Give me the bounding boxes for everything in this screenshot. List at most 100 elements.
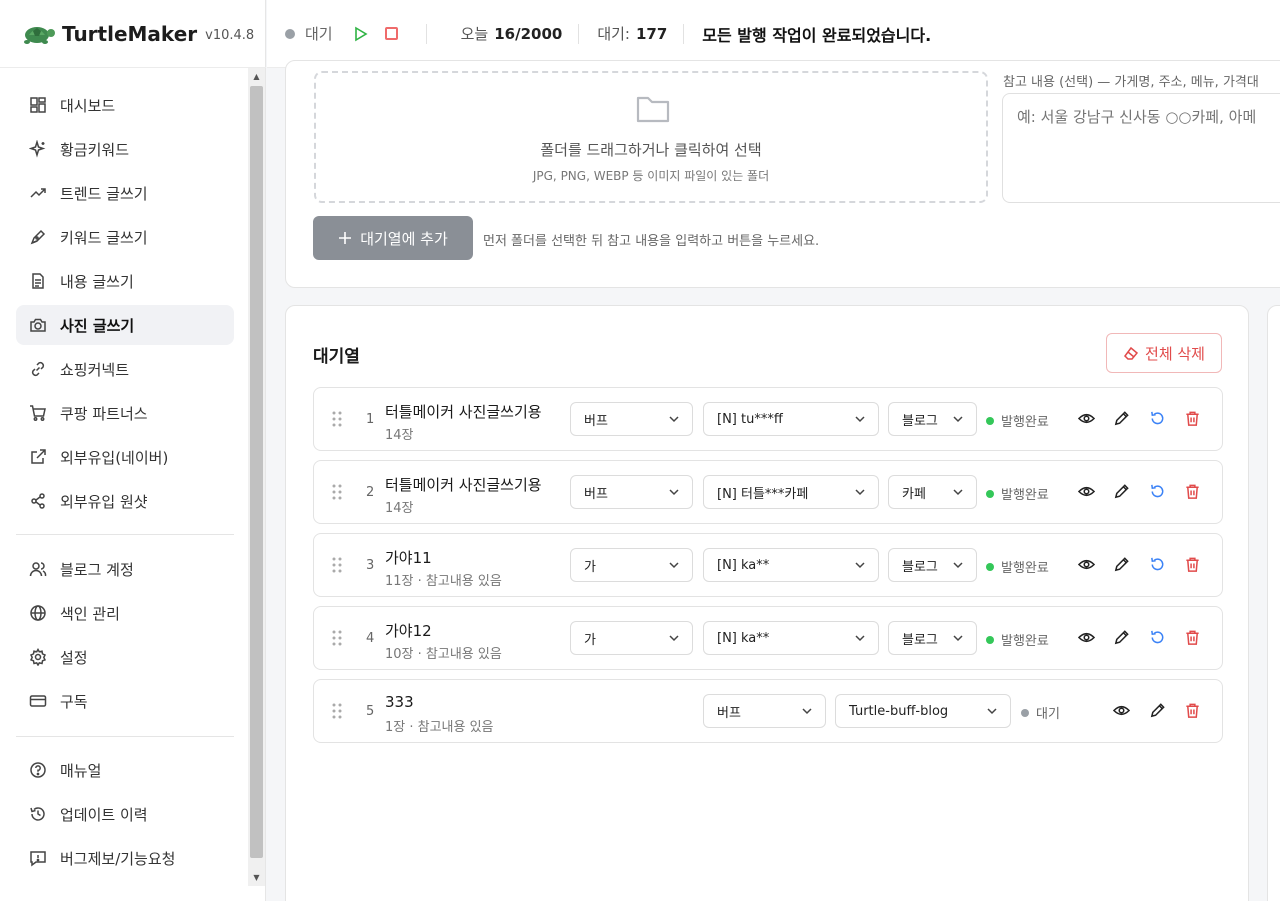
- sidebar-nav: 대시보드 황금키워드 트렌드 글쓰기 키워드 글쓰기 내용 글쓰기 사진 글쓰기…: [0, 70, 248, 886]
- sidebar-item-coupang-partners[interactable]: 쿠팡 파트너스: [16, 393, 234, 433]
- dashboard-icon: [28, 95, 48, 115]
- stop-icon[interactable]: [384, 27, 398, 40]
- brand[interactable]: TurtleMaker v10.4.8: [0, 0, 266, 68]
- retry-icon[interactable]: [1148, 555, 1166, 573]
- folder-dropzone[interactable]: 폴더를 드래그하거나 클릭하여 선택 JPG, PNG, WEBP 등 이미지 …: [314, 71, 988, 203]
- row-subtitle: 1장 · 참고내용 있음: [385, 720, 494, 735]
- type-select-value: 블로그: [902, 559, 938, 575]
- edit-icon[interactable]: [1112, 409, 1130, 427]
- sidebar-item-update-history[interactable]: 업데이트 이력: [16, 794, 234, 834]
- status-dot-icon: [986, 635, 994, 644]
- queue-row[interactable]: 5 333 1장 · 참고내용 있음 버프 Turtle-buff-blog 대…: [313, 679, 1223, 743]
- chevron-down-icon: [669, 562, 679, 569]
- add-to-queue-button[interactable]: 대기열에 추가: [313, 216, 473, 260]
- trash-icon[interactable]: [1183, 628, 1201, 646]
- queue-row[interactable]: 2 터틀메이커 사진글쓰기용 14장 버프 [N] 터틀***카페 카페 발행완…: [313, 460, 1223, 524]
- drag-handle-icon[interactable]: [330, 483, 344, 501]
- style-select[interactable]: 버프: [570, 402, 693, 436]
- edit-icon[interactable]: [1112, 482, 1130, 500]
- account-select[interactable]: [N] ka**: [703, 621, 879, 655]
- account-select[interactable]: [N] tu***ff: [703, 402, 879, 436]
- sidebar-item-subscription[interactable]: 구독: [16, 681, 234, 721]
- status-text: 발행완료: [1001, 634, 1049, 649]
- status-badge: 발행완료: [986, 411, 1049, 430]
- account-select[interactable]: [N] ka**: [703, 548, 879, 582]
- drag-handle-icon[interactable]: [330, 556, 344, 574]
- style-select-value: 가: [584, 632, 596, 648]
- divider: [578, 23, 580, 44]
- sidebar-scrollbar[interactable]: ▲ ▼: [248, 68, 265, 886]
- sidebar-item-keyword-writing[interactable]: 키워드 글쓰기: [16, 217, 234, 257]
- top-status-bar: 대기 오늘 16/2000 대기: 177 모든 발행 작업이 완료되었습니다.: [267, 0, 1280, 68]
- play-icon[interactable]: [353, 26, 369, 42]
- sidebar-item-label: 업데이트 이력: [60, 805, 148, 824]
- sidebar-item-content-writing[interactable]: 내용 글쓰기: [16, 261, 234, 301]
- eye-icon[interactable]: [1077, 482, 1095, 500]
- sidebar-item-label: 쇼핑커넥트: [60, 360, 130, 379]
- trash-icon[interactable]: [1183, 555, 1201, 573]
- style-select[interactable]: 버프: [570, 475, 693, 509]
- eye-icon[interactable]: [1077, 555, 1095, 573]
- sidebar-item-bug-report[interactable]: 버그제보/기능요청: [16, 838, 234, 878]
- trash-icon[interactable]: [1183, 409, 1201, 427]
- pen-icon: [28, 227, 48, 247]
- type-select-value: 블로그: [902, 413, 938, 429]
- retry-icon[interactable]: [1148, 482, 1166, 500]
- trash-icon[interactable]: [1183, 701, 1201, 719]
- queue-panel: 대기열 전체 삭제 1 터틀메이커 사진글쓰기용 14장 버프 [N] tu**…: [285, 305, 1249, 901]
- eye-icon[interactable]: [1112, 701, 1130, 719]
- sidebar-item-index-management[interactable]: 색인 관리: [16, 593, 234, 633]
- chevron-down-icon: [669, 489, 679, 496]
- type-select[interactable]: 블로그: [888, 548, 977, 582]
- retry-icon[interactable]: [1148, 409, 1166, 427]
- type-select[interactable]: 블로그: [888, 621, 977, 655]
- row-index: 5: [366, 704, 375, 719]
- trash-icon[interactable]: [1183, 482, 1201, 500]
- sidebar-item-dashboard[interactable]: 대시보드: [16, 85, 234, 125]
- sidebar-item-manual[interactable]: 매뉴얼: [16, 750, 234, 790]
- scroll-down-icon[interactable]: ▼: [248, 869, 265, 886]
- chevron-down-icon: [953, 562, 963, 569]
- retry-icon[interactable]: [1148, 628, 1166, 646]
- sidebar-item-external-oneshot[interactable]: 외부유입 원샷: [16, 481, 234, 521]
- edit-icon[interactable]: [1112, 628, 1130, 646]
- row-subtitle: 10장 · 참고내용 있음: [385, 647, 502, 662]
- drag-handle-icon[interactable]: [330, 702, 344, 720]
- clear-all-label: 전체 삭제: [1145, 344, 1205, 363]
- reference-input[interactable]: [1002, 93, 1280, 203]
- link-icon: [28, 359, 48, 379]
- sidebar-item-shopping-connect[interactable]: 쇼핑커넥트: [16, 349, 234, 389]
- style-select[interactable]: 가: [570, 548, 693, 582]
- sidebar-item-blog-accounts[interactable]: 블로그 계정: [16, 549, 234, 589]
- type-select[interactable]: 블로그: [888, 402, 977, 436]
- sidebar-item-settings[interactable]: 설정: [16, 637, 234, 677]
- drag-handle-icon[interactable]: [330, 629, 344, 647]
- chevron-down-icon: [855, 489, 865, 496]
- edit-icon[interactable]: [1112, 555, 1130, 573]
- clear-all-button[interactable]: 전체 삭제: [1106, 333, 1222, 373]
- row-title: 333: [385, 693, 414, 711]
- sidebar-item-external-naver[interactable]: 외부유입(네이버): [16, 437, 234, 477]
- scroll-up-icon[interactable]: ▲: [248, 68, 265, 85]
- sidebar-item-trend-writing[interactable]: 트렌드 글쓰기: [16, 173, 234, 213]
- edit-icon[interactable]: [1148, 701, 1166, 719]
- queue-row[interactable]: 1 터틀메이커 사진글쓰기용 14장 버프 [N] tu***ff 블로그 발행…: [313, 387, 1223, 451]
- status-text: 발행완료: [1001, 488, 1049, 503]
- gear-icon: [28, 647, 48, 667]
- eye-icon[interactable]: [1077, 409, 1095, 427]
- queue-row[interactable]: 3 가야11 11장 · 참고내용 있음 가 [N] ka** 블로그 발행완료: [313, 533, 1223, 597]
- eye-icon[interactable]: [1077, 628, 1095, 646]
- account-select[interactable]: [N] 터틀***카페: [703, 475, 879, 509]
- style-select[interactable]: 버프: [703, 694, 826, 728]
- status-badge: 발행완료: [986, 630, 1049, 649]
- drag-handle-icon[interactable]: [330, 410, 344, 428]
- sidebar-item-photo-writing[interactable]: 사진 글쓰기: [16, 305, 234, 345]
- queue-row[interactable]: 4 가야12 10장 · 참고내용 있음 가 [N] ka** 블로그 발행완료: [313, 606, 1223, 670]
- account-select[interactable]: Turtle-buff-blog: [835, 694, 1011, 728]
- sidebar-item-golden-keyword[interactable]: 황금키워드: [16, 129, 234, 169]
- eraser-icon: [1124, 346, 1139, 360]
- scroll-thumb[interactable]: [250, 86, 263, 858]
- sidebar-item-label: 트렌드 글쓰기: [60, 184, 148, 203]
- style-select[interactable]: 가: [570, 621, 693, 655]
- type-select[interactable]: 카페: [888, 475, 977, 509]
